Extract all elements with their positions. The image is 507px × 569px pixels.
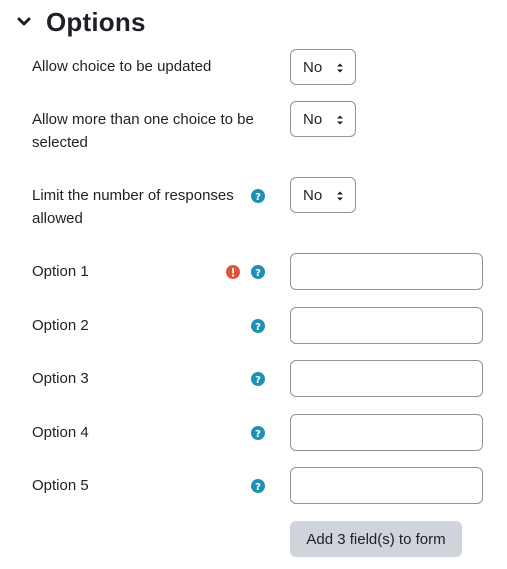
option-1-input[interactable] [290, 253, 483, 290]
option-4-input[interactable] [290, 414, 483, 451]
allow-multiple-select[interactable]: No [290, 101, 356, 137]
allow-update-value: No [303, 58, 323, 76]
option-5-input[interactable] [290, 467, 483, 504]
limit-answers-value: No [303, 186, 323, 204]
allow-multiple-label: Allow more than one choice to be selecte… [32, 111, 254, 151]
chevron-down-icon[interactable] [14, 12, 34, 32]
svg-text:?: ? [255, 192, 261, 203]
help-circle-icon[interactable]: ? [251, 426, 265, 440]
option-2-label: Option 2 [32, 317, 89, 334]
option-3-input[interactable] [290, 360, 483, 397]
option-5-label: Option 5 [32, 477, 89, 494]
allow-update-label: Allow choice to be updated [32, 58, 212, 75]
help-circle-icon[interactable]: ? [251, 189, 265, 203]
select-caret-icon [337, 63, 343, 73]
help-circle-icon[interactable]: ? [251, 479, 265, 493]
help-circle-icon[interactable]: ? [251, 319, 265, 333]
option-1-label: Option 1 [32, 263, 89, 280]
option-3-label: Option 3 [32, 370, 89, 387]
help-circle-icon[interactable]: ? [251, 265, 265, 279]
help-circle-icon[interactable]: ? [251, 372, 265, 386]
svg-text:?: ? [255, 375, 261, 386]
select-caret-icon [337, 115, 343, 125]
add-fields-button[interactable]: Add 3 field(s) to form [290, 521, 462, 557]
limit-answers-label: Limit the number of responses allowed [32, 187, 234, 227]
svg-text:?: ? [255, 268, 261, 279]
option-2-input[interactable] [290, 307, 483, 344]
allow-update-select[interactable]: No [290, 49, 356, 85]
section-header[interactable]: Options [14, 4, 146, 40]
svg-text:?: ? [255, 429, 261, 440]
svg-text:?: ? [255, 322, 261, 333]
limit-answers-select[interactable]: No [290, 177, 356, 213]
option-4-label: Option 4 [32, 424, 89, 441]
svg-text:?: ? [255, 482, 261, 493]
allow-multiple-value: No [303, 110, 323, 128]
section-title: Options [46, 6, 146, 37]
required-error-icon [226, 265, 240, 279]
select-caret-icon [337, 191, 343, 201]
